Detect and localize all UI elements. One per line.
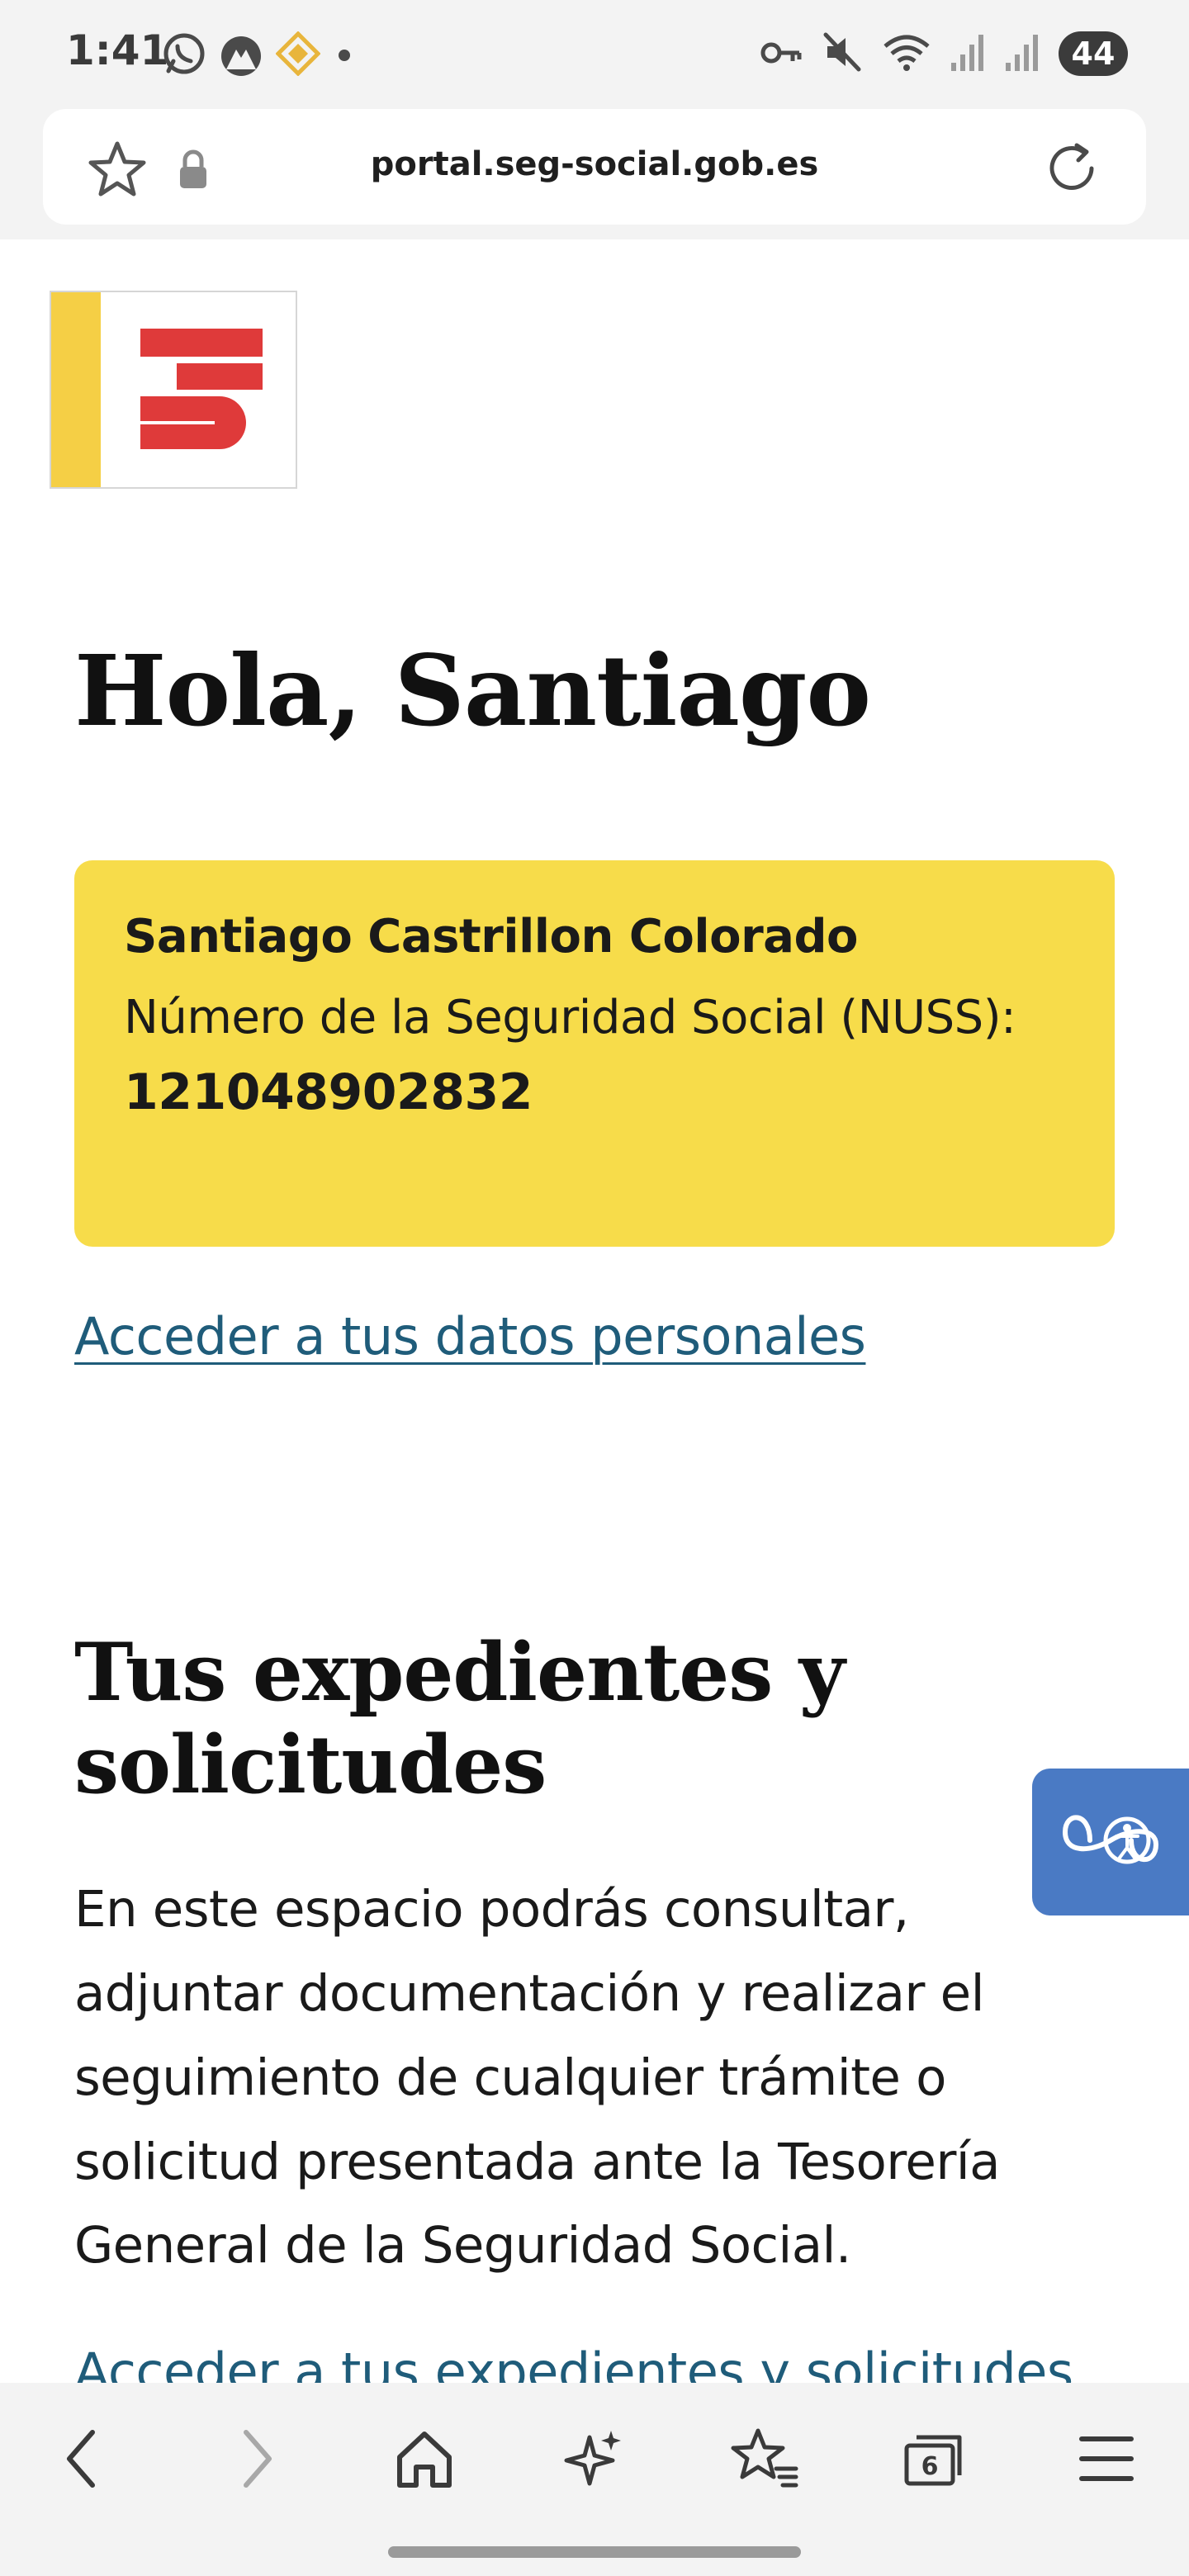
logo-mark-icon — [139, 329, 263, 456]
whatsapp-icon — [162, 31, 206, 79]
back-button[interactable] — [41, 2419, 124, 2502]
menu-button[interactable] — [1065, 2419, 1148, 2502]
accessibility-icon — [1057, 1795, 1164, 1889]
page-title: Hola, Santiago — [74, 633, 871, 748]
status-right-icons: 44 — [758, 30, 1128, 78]
gesture-navigation-bar[interactable] — [388, 2546, 801, 2558]
assistant-button[interactable] — [553, 2419, 636, 2502]
user-info-card: Santiago Castrillon Colorado Número de l… — [74, 860, 1115, 1247]
wifi-icon — [882, 30, 931, 78]
sparkle-icon — [561, 2426, 628, 2495]
status-left-icons — [162, 31, 357, 79]
personal-data-link[interactable]: Acceder a tus datos personales — [74, 1306, 866, 1366]
tab-count: 6 — [921, 2452, 939, 2481]
tabs-button[interactable]: 6 — [893, 2419, 976, 2502]
browser-address-area: portal.seg-social.gob.es — [0, 107, 1189, 239]
battery-indicator: 44 — [1059, 31, 1128, 76]
signal-icon — [1004, 30, 1040, 78]
nuss-value: 121048902832 — [124, 1063, 533, 1121]
app-icon — [218, 31, 264, 79]
status-time: 1:41 — [66, 26, 169, 74]
chevron-right-icon — [231, 2426, 281, 2495]
status-bar: 1:41 44 — [0, 0, 1189, 107]
chevron-left-icon — [58, 2426, 107, 2495]
key-icon — [758, 30, 803, 78]
section-title: Tus expedientes y solicitudes — [74, 1626, 846, 1812]
reload-icon[interactable] — [1040, 137, 1103, 203]
logo-yellow-stripe — [51, 292, 101, 487]
forward-button[interactable] — [215, 2419, 297, 2502]
seguridad-social-logo[interactable] — [50, 291, 297, 489]
url-text[interactable]: portal.seg-social.gob.es — [43, 145, 1146, 183]
section-description: En este espacio podrás consultar, adjunt… — [74, 1880, 1001, 2275]
accessibility-button[interactable] — [1032, 1769, 1189, 1915]
mute-icon — [821, 30, 864, 78]
star-list-icon — [730, 2426, 799, 2495]
bookmarks-button[interactable] — [723, 2419, 806, 2502]
home-button[interactable] — [383, 2419, 466, 2502]
signal-icon — [950, 30, 986, 78]
home-icon — [391, 2426, 457, 2495]
tabs-icon: 6 — [900, 2426, 969, 2495]
user-full-name: Santiago Castrillon Colorado — [124, 910, 859, 964]
dot-icon — [332, 31, 357, 79]
nuss-label: Número de la Seguridad Social (NUSS): — [124, 991, 1016, 1044]
hamburger-menu-icon — [1073, 2426, 1139, 2495]
address-bar[interactable]: portal.seg-social.gob.es — [43, 109, 1146, 225]
binance-icon — [275, 31, 321, 79]
